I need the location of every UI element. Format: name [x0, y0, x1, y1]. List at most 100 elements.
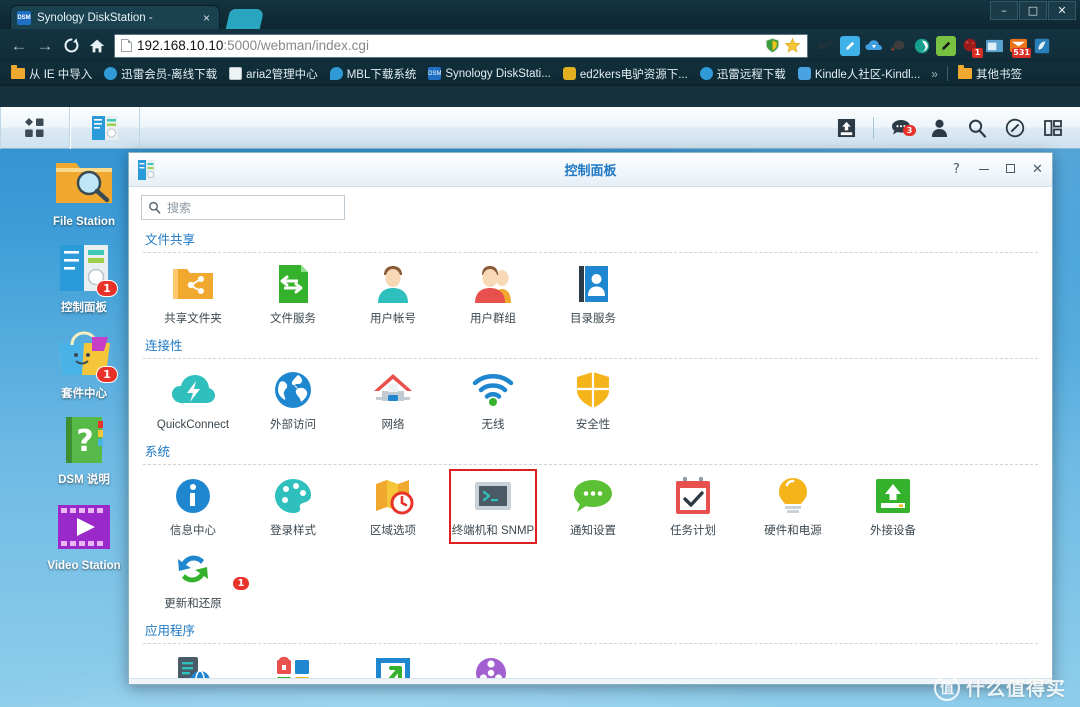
- cp-item-directory-service[interactable]: 目录服务: [543, 257, 643, 330]
- cp-item-notification[interactable]: 通知设置: [543, 469, 643, 542]
- cp-item-regional-options[interactable]: 区域选项: [343, 469, 443, 542]
- bookmark-item[interactable]: aria2管理中心: [224, 65, 323, 83]
- main-menu-button[interactable]: [0, 107, 70, 149]
- maximize-button[interactable]: □: [1019, 1, 1047, 20]
- star-icon[interactable]: [784, 37, 801, 54]
- bookmark-item[interactable]: 迅雷远程下载: [695, 65, 791, 83]
- cloud-download-extension-icon[interactable]: [864, 36, 884, 56]
- cp-item-external-access[interactable]: 外部访问: [243, 363, 343, 436]
- cp-item-security[interactable]: 安全性: [543, 363, 643, 436]
- cp-item-external-devices[interactable]: 外接设备: [843, 469, 943, 542]
- bookmark-item[interactable]: Kindle人社区-Kindl...: [793, 65, 925, 83]
- cp-item-web-services[interactable]: Web 服务: [143, 648, 243, 678]
- new-tab-button[interactable]: [225, 9, 265, 29]
- cp-item-file-services[interactable]: 文件服务: [243, 257, 343, 330]
- notifications-badge: 3: [903, 124, 916, 136]
- other-bookmarks-folder[interactable]: 其他书签: [953, 65, 1027, 83]
- cp-item-task-scheduler[interactable]: 任务计划: [643, 469, 743, 542]
- cp-item-user-group[interactable]: 用户群组: [443, 257, 543, 330]
- user-options-icon[interactable]: [922, 107, 956, 149]
- close-window-button[interactable]: ✕: [1048, 1, 1076, 20]
- desktop-icon-file-station[interactable]: File Station: [24, 155, 144, 229]
- window-extension-icon[interactable]: [984, 36, 1004, 56]
- desktop-icon-video-station[interactable]: Video Station: [24, 499, 144, 573]
- cp-item-info-center[interactable]: 信息中心: [143, 469, 243, 542]
- help-button[interactable]: ?: [950, 162, 963, 177]
- cp-item-user-account[interactable]: 用户帐号: [343, 257, 443, 330]
- bookmark-item[interactable]: ed2kers电驴资源下...: [558, 65, 693, 83]
- evernote-extension-icon[interactable]: [840, 35, 860, 56]
- browser-tab[interactable]: DSM Synology DiskStation - ×: [10, 5, 220, 29]
- section-divider: [143, 643, 1038, 644]
- cp-item-wireless[interactable]: 无线: [443, 363, 543, 436]
- maximize-button[interactable]: [1004, 162, 1017, 177]
- cp-item-privileges[interactable]: 权限: [243, 648, 343, 678]
- hamburger-menu-icon[interactable]: [1056, 36, 1074, 56]
- watermark: 值 什么值得买: [933, 674, 1066, 701]
- search-input[interactable]: [167, 200, 338, 215]
- home-icon[interactable]: [84, 33, 110, 59]
- close-button[interactable]: ✕: [1031, 162, 1044, 177]
- regional-options-icon: [370, 475, 416, 519]
- control-panel-window: 控制面板 ? ✕ 文件共享: [128, 152, 1053, 685]
- notification-icon: [570, 475, 616, 519]
- cp-item-update-restore[interactable]: 1 更新和还原: [143, 542, 250, 615]
- cp-item-shared-folder[interactable]: 共享文件夹: [143, 257, 243, 330]
- mail-extension-icon[interactable]: 531: [1008, 36, 1031, 58]
- cp-item-hardware-power[interactable]: 硬件和电源: [743, 469, 843, 542]
- taskbar-item-control-panel[interactable]: [70, 107, 140, 149]
- dsm-icon: DSM: [428, 67, 442, 80]
- bookmark-item[interactable]: 迅雷会员-离线下载: [99, 65, 222, 83]
- shield-icon[interactable]: [764, 37, 781, 54]
- pocket-extension-icon[interactable]: [888, 36, 908, 56]
- desktop-icon-control-panel[interactable]: 1 控制面板: [24, 241, 144, 315]
- extension-badge: 1: [972, 47, 983, 58]
- application-portal-icon: [370, 654, 416, 678]
- chat-bubble-icon: [329, 67, 343, 80]
- search-icon: [148, 201, 161, 214]
- bookmarks-separator: [946, 66, 948, 81]
- close-tab-icon[interactable]: ×: [200, 11, 213, 25]
- cp-item-login-style[interactable]: 登录样式: [243, 469, 343, 542]
- info-center-icon: [170, 475, 216, 519]
- notifications-icon[interactable]: 3: [884, 107, 918, 149]
- bird-extension-icon[interactable]: [1032, 36, 1052, 56]
- cp-item-label: 信息中心: [170, 525, 216, 537]
- pilot-view-icon[interactable]: [998, 107, 1032, 149]
- control-panel-titlebar[interactable]: 控制面板 ? ✕: [129, 153, 1052, 187]
- search-box[interactable]: [141, 195, 345, 220]
- desktop-icon-package-center[interactable]: 1 套件中心: [24, 327, 144, 401]
- privileges-icon: [270, 654, 316, 678]
- file-station-icon: [52, 155, 116, 213]
- minimize-button[interactable]: –: [990, 1, 1018, 20]
- directory-service-icon: [570, 263, 616, 307]
- cp-item-terminal-snmp[interactable]: 终端机和 SNMP: [443, 469, 543, 544]
- bookmark-item[interactable]: DSM Synology DiskStati...: [423, 66, 555, 81]
- flashlight-extension-icon[interactable]: [816, 36, 836, 56]
- alert-extension-icon[interactable]: 1: [960, 36, 983, 58]
- upload-queue-icon[interactable]: [829, 107, 863, 149]
- shared-folder-icon: [170, 263, 216, 307]
- bookmark-label: ed2kers电驴资源下...: [579, 68, 688, 81]
- cp-item-quickconnect[interactable]: QuickConnect: [143, 363, 243, 436]
- cp-item-network[interactable]: 网络: [343, 363, 443, 436]
- bookmark-label: aria2管理中心: [246, 68, 318, 81]
- widgets-icon[interactable]: [1036, 107, 1070, 149]
- reload-icon[interactable]: [58, 33, 84, 59]
- forward-icon[interactable]: →: [32, 33, 58, 59]
- cp-item-label: 用户帐号: [370, 313, 416, 325]
- cp-item-application-portal[interactable]: Synology 应用程序门户: [343, 648, 443, 678]
- folder-icon: [11, 65, 25, 79]
- control-panel-icon: [92, 115, 118, 140]
- desktop-icon-dsm-help[interactable]: ? DSM 说明: [24, 413, 144, 487]
- bookmark-item[interactable]: 从 IE 中导入: [6, 65, 97, 83]
- spiral-extension-icon[interactable]: [912, 36, 932, 56]
- bookmarks-overflow-icon[interactable]: »: [927, 67, 942, 81]
- cp-item-media-indexing[interactable]: 媒体库: [443, 648, 543, 678]
- search-icon[interactable]: [960, 107, 994, 149]
- minimize-button[interactable]: [977, 162, 990, 177]
- notes-extension-icon[interactable]: [936, 35, 956, 56]
- url-bar[interactable]: 192.168.10.10:5000/webman/index.cgi: [114, 33, 808, 58]
- bookmark-item[interactable]: MBL下载系统: [325, 65, 422, 83]
- back-icon[interactable]: ←: [6, 33, 32, 59]
